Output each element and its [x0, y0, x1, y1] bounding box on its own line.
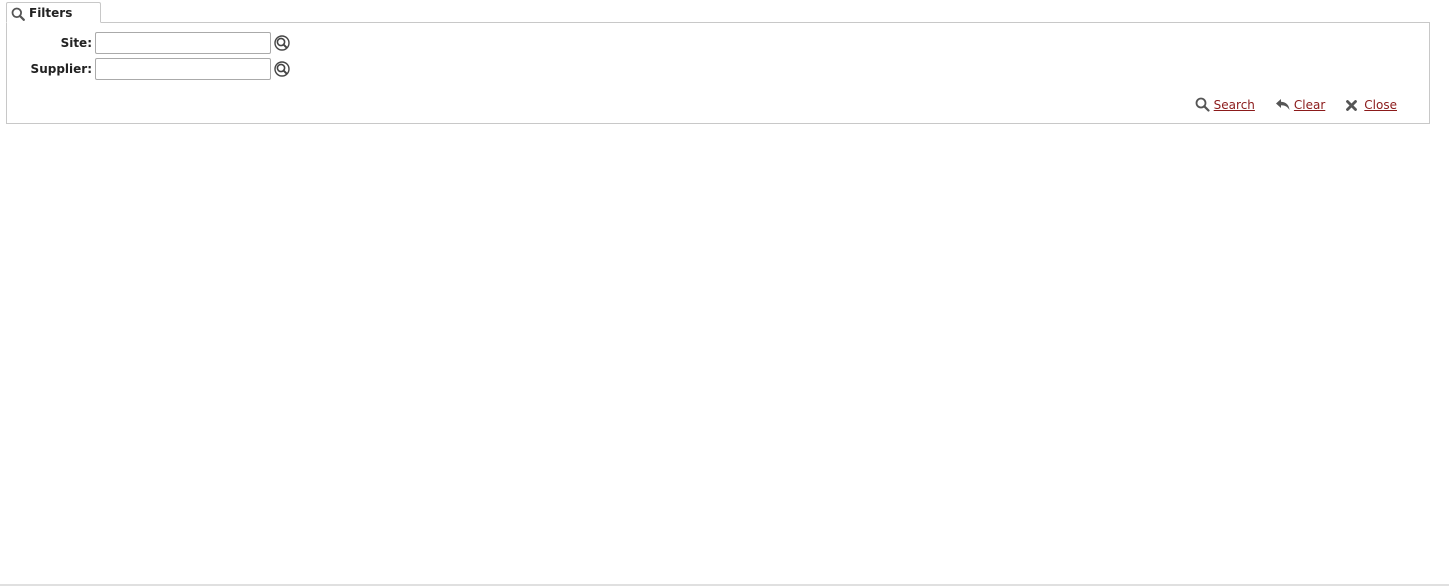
clear-label[interactable]: Clear [1294, 98, 1325, 112]
site-row: Site: [7, 32, 291, 54]
close-label[interactable]: Close [1364, 98, 1397, 112]
search-icon [11, 6, 25, 21]
supplier-row: Supplier: [7, 58, 291, 80]
close-button[interactable]: Close [1345, 97, 1397, 112]
close-icon [1345, 97, 1360, 112]
filter-page: Filters Site: Supplier: Search Clear Clo… [0, 0, 1449, 586]
site-label: Site: [60, 36, 92, 50]
filters-panel: Site: Supplier: Search Clear Close [6, 22, 1430, 124]
search-label[interactable]: Search [1214, 98, 1255, 112]
supplier-lookup-icon[interactable] [273, 60, 291, 78]
undo-arrow-icon [1275, 97, 1290, 112]
tab-filters[interactable]: Filters [6, 2, 101, 23]
supplier-input[interactable] [95, 58, 271, 80]
supplier-label: Supplier: [30, 62, 92, 76]
clear-button[interactable]: Clear [1275, 97, 1325, 112]
site-input[interactable] [95, 32, 271, 54]
search-button[interactable]: Search [1195, 97, 1255, 112]
tab-label: Filters [29, 5, 73, 20]
filter-actions: Search Clear Close [1195, 97, 1397, 112]
search-icon [1195, 97, 1210, 112]
site-lookup-icon[interactable] [273, 34, 291, 52]
